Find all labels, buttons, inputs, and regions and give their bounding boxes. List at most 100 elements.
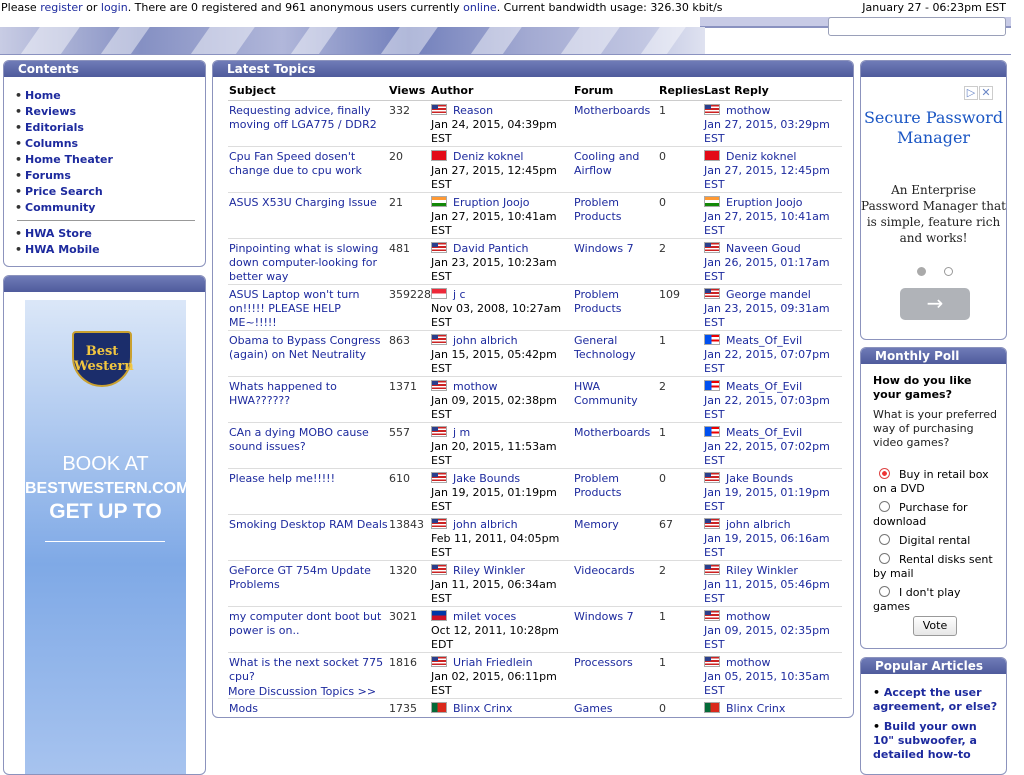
topic-author-link[interactable]: Uriah Friedlein bbox=[453, 656, 533, 669]
menu-item-home-theater[interactable]: • Home Theater bbox=[15, 152, 205, 168]
topic-author-link[interactable]: mothow bbox=[453, 380, 497, 393]
last-reply-user-link[interactable]: mothow bbox=[726, 656, 770, 669]
login-link[interactable]: login bbox=[101, 1, 128, 14]
last-reply-date-link[interactable]: Jan 27, 2015, 10:41am EST bbox=[704, 210, 830, 237]
last-reply-date-link[interactable]: Jan 02, 2015, 10:11pm EST bbox=[704, 716, 830, 718]
last-reply-date-link[interactable]: Jan 27, 2015, 03:29pm EST bbox=[704, 118, 830, 145]
last-reply-user-link[interactable]: Riley Winkler bbox=[726, 564, 798, 577]
menu-item-price-search[interactable]: • Price Search bbox=[15, 184, 205, 200]
menu-item-hwa-store[interactable]: • HWA Store bbox=[15, 226, 205, 242]
menu-item-editorials[interactable]: • Editorials bbox=[15, 120, 205, 136]
last-reply-user-link[interactable]: George mandel bbox=[726, 288, 811, 301]
ad-carousel-dots[interactable] bbox=[917, 266, 971, 279]
last-reply-date-link[interactable]: Jan 22, 2015, 07:03pm EST bbox=[704, 394, 830, 421]
menu-item-reviews[interactable]: • Reviews bbox=[15, 104, 205, 120]
topic-forum-link[interactable]: Memory bbox=[574, 518, 619, 531]
topic-author-link[interactable]: j m bbox=[453, 426, 470, 439]
topic-author-link[interactable]: Jake Bounds bbox=[453, 472, 520, 485]
topic-subject-link[interactable]: CAn a dying MOBO cause sound issues? bbox=[229, 426, 369, 453]
topic-author-link[interactable]: john albrich bbox=[453, 518, 518, 531]
topic-author-link[interactable]: j c bbox=[453, 288, 466, 301]
topic-subject-link[interactable]: Please help me!!!!! bbox=[229, 472, 335, 485]
topic-subject-link[interactable]: Obama to Bypass Congress (again) on Net … bbox=[229, 334, 381, 361]
topic-subject-link[interactable]: GeForce GT 754m Update Problems bbox=[229, 564, 371, 591]
topic-author-link[interactable]: Reason bbox=[453, 104, 493, 117]
last-reply-user-link[interactable]: mothow bbox=[726, 610, 770, 623]
menu-item-hwa-mobile[interactable]: • HWA Mobile bbox=[15, 242, 205, 258]
topic-author-link[interactable]: john albrich bbox=[453, 334, 518, 347]
poll-option-retail[interactable]: Buy in retail box on a DVD bbox=[873, 468, 999, 496]
topic-author-link[interactable]: milet voces bbox=[453, 610, 516, 623]
topic-forum-link[interactable]: Problem Products bbox=[574, 196, 622, 223]
best-western-ad[interactable]: Best Western BOOK AT BESTWESTERN.COM GET… bbox=[25, 300, 189, 774]
topic-forum-link[interactable]: Motherboards bbox=[574, 426, 650, 439]
popular-article-item[interactable]: • Accept the user agreement, or else? bbox=[873, 686, 999, 714]
topic-subject-link[interactable]: ASUS Laptop won't turn on!!!!! PLEASE HE… bbox=[229, 288, 360, 329]
poll-option-download[interactable]: Purchase for download bbox=[873, 501, 999, 529]
topic-subject-link[interactable]: Cpu Fan Speed dosen't change due to cpu … bbox=[229, 150, 362, 177]
arrow-right-icon[interactable]: → bbox=[900, 288, 970, 320]
last-reply-user-link[interactable]: Meats_Of_Evil bbox=[726, 380, 802, 393]
menu-item-forums[interactable]: • Forums bbox=[15, 168, 205, 184]
topic-subject-link[interactable]: my computer dont boot but power is on.. bbox=[229, 610, 381, 637]
last-reply-date-link[interactable]: Jan 05, 2015, 10:35am EST bbox=[704, 670, 830, 697]
last-reply-user-link[interactable]: Jake Bounds bbox=[726, 472, 793, 485]
topic-forum-link[interactable]: General Technology bbox=[574, 334, 636, 361]
topic-forum-link[interactable]: Cooling and Airflow bbox=[574, 150, 639, 177]
topic-author-link[interactable]: Deniz koknel bbox=[453, 150, 523, 163]
menu-item-columns[interactable]: • Columns bbox=[15, 136, 205, 152]
last-reply-date-link[interactable]: Jan 22, 2015, 07:07pm EST bbox=[704, 348, 830, 375]
topic-forum-link[interactable]: Windows 7 bbox=[574, 242, 634, 255]
last-reply-date-link[interactable]: Jan 26, 2015, 01:17am EST bbox=[704, 256, 830, 283]
more-topics-link[interactable]: More Discussion Topics >> bbox=[228, 685, 376, 698]
topic-forum-link[interactable]: HWA Community bbox=[574, 380, 638, 407]
menu-item-community[interactable]: • Community bbox=[15, 200, 205, 216]
poll-option-digital-rental[interactable]: Digital rental bbox=[873, 534, 999, 548]
topic-author-link[interactable]: Riley Winkler bbox=[453, 564, 525, 577]
online-link[interactable]: online bbox=[463, 1, 497, 14]
topic-author-link[interactable]: David Pantich bbox=[453, 242, 529, 255]
ad-headline[interactable]: Secure Password Manager bbox=[861, 108, 1006, 148]
last-reply-date-link[interactable]: Jan 19, 2015, 06:16am EST bbox=[704, 532, 830, 559]
topic-forum-link[interactable]: Problem Products bbox=[574, 472, 622, 499]
poll-option-mail-rental[interactable]: Rental disks sent by mail bbox=[873, 553, 999, 581]
topic-forum-link[interactable]: Motherboards bbox=[574, 104, 650, 117]
poll-option-no-games[interactable]: I don't play games bbox=[873, 586, 999, 614]
last-reply-date-link[interactable]: Jan 27, 2015, 12:45pm EST bbox=[704, 164, 830, 191]
topic-subject-link[interactable]: ASUS X53U Charging Issue bbox=[229, 196, 377, 209]
topic-author-link[interactable]: Eruption Joojo bbox=[453, 196, 529, 209]
topic-subject-link[interactable]: Smoking Desktop RAM Deals bbox=[229, 518, 388, 531]
last-reply-date-link[interactable]: Jan 09, 2015, 02:35pm EST bbox=[704, 624, 830, 651]
last-reply-user-link[interactable]: john albrich bbox=[726, 518, 791, 531]
topic-subject-link[interactable]: Requesting advice, finally moving off LG… bbox=[229, 104, 377, 131]
topic-forum-link[interactable]: Games bbox=[574, 702, 612, 715]
ad-choices-controls[interactable]: ▷ ✕ bbox=[963, 86, 993, 100]
last-reply-date-link[interactable]: Jan 23, 2015, 09:31am EST bbox=[704, 302, 830, 329]
register-link[interactable]: register bbox=[40, 1, 82, 14]
menu-item-home[interactable]: • Home bbox=[15, 88, 205, 104]
last-reply-user-link[interactable]: Meats_Of_Evil bbox=[726, 334, 802, 347]
last-reply-date-link[interactable]: Jan 11, 2015, 05:46pm EST bbox=[704, 578, 830, 605]
last-reply-date-link[interactable]: Jan 19, 2015, 01:19pm EST bbox=[704, 486, 830, 513]
topic-views: 13843 bbox=[388, 514, 430, 561]
topic-forum-link[interactable]: Windows 7 bbox=[574, 610, 634, 623]
last-reply-user-link[interactable]: Deniz koknel bbox=[726, 150, 796, 163]
popular-article-item[interactable]: • Build your own 10" subwoofer, a detail… bbox=[873, 720, 999, 762]
topic-subject-link[interactable]: Whats happened to HWA?????? bbox=[229, 380, 337, 407]
topic-forum-link[interactable]: Processors bbox=[574, 656, 633, 669]
last-reply-user-link[interactable]: Blinx Crinx bbox=[726, 702, 785, 715]
topic-forum-link[interactable]: Videocards bbox=[574, 564, 635, 577]
last-reply-user-link[interactable]: Eruption Joojo bbox=[726, 196, 802, 209]
last-reply-date-link[interactable]: Jan 22, 2015, 07:02pm EST bbox=[704, 440, 830, 467]
topic-forum-link[interactable]: Problem Products bbox=[574, 288, 622, 315]
last-reply-user-link[interactable]: Meats_Of_Evil bbox=[726, 426, 802, 439]
search-input[interactable] bbox=[828, 17, 1006, 36]
topic-subject-link[interactable]: What is the next socket 775 cpu? bbox=[229, 656, 383, 683]
last-reply-user-link[interactable]: Naveen Goud bbox=[726, 242, 801, 255]
last-reply-user-link[interactable]: mothow bbox=[726, 104, 770, 117]
topic-subject-link[interactable]: Mods bbox=[229, 702, 258, 715]
country-flag-icon bbox=[704, 333, 720, 345]
topic-author-link[interactable]: Blinx Crinx bbox=[453, 702, 512, 715]
topic-subject-link[interactable]: Pinpointing what is slowing down compute… bbox=[229, 242, 378, 283]
vote-button[interactable]: Vote bbox=[913, 616, 957, 636]
